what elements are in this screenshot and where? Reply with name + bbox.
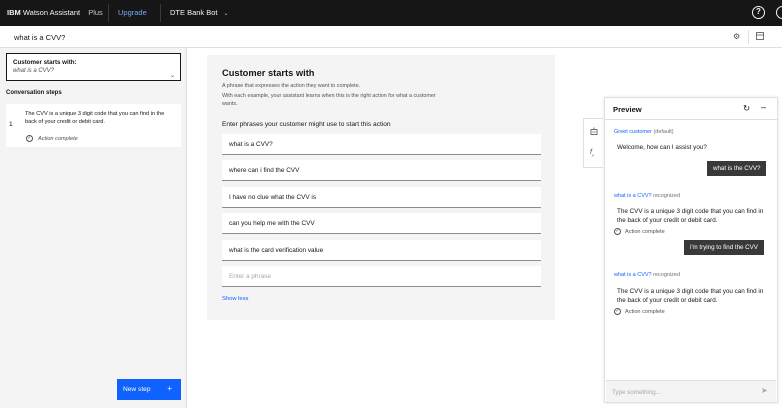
recognized-action-name: what is a CVV? — [614, 272, 652, 278]
phrase-text: what is the card verification value — [229, 247, 324, 254]
phrase-input[interactable]: what is a CVV? — [222, 134, 541, 155]
recognized-meta: recognized — [653, 193, 681, 199]
recognized-action-link[interactable]: what is a CVV? recognized — [614, 193, 680, 199]
customer-starts-with-selector[interactable]: Customer starts with: what is a CVV? ⌄ — [6, 53, 181, 81]
product-name: IBM Watson Assistant Plus — [7, 8, 103, 17]
new-phrase-input[interactable]: Enter a phrase — [222, 266, 541, 287]
upgrade-link[interactable]: Upgrade — [118, 8, 147, 17]
checkmark-icon: ✓ — [614, 228, 621, 235]
show-less-link[interactable]: Show less — [222, 296, 248, 302]
ibm-logo-text: IBM — [7, 8, 21, 17]
step-number: 1 — [9, 121, 13, 128]
conversation-step[interactable]: 1 The CVV is a unique 3 digit code that … — [6, 104, 181, 147]
starts-with-title: Customer starts with: — [13, 59, 77, 66]
checkmark-icon: ✓ — [26, 135, 33, 142]
phrase-input[interactable]: can you help me with the CVV — [222, 213, 541, 234]
phrase-text: where can i find the CVV — [229, 167, 300, 174]
user-icon[interactable] — [776, 6, 782, 19]
phrase-text: I have no clue what the CVV is — [229, 194, 317, 201]
user-message: what is the CVV? — [707, 161, 767, 176]
card-description-secondary: With each example, your assistant learns… — [222, 93, 436, 107]
preview-tools: fx — [583, 118, 603, 168]
greet-link-text: Greet customer — [614, 129, 652, 135]
preview-panel: Preview ↻ – Greet customer (default) Wel… — [604, 97, 778, 403]
conversation-steps-heading: Conversation steps — [6, 90, 62, 96]
assistant-switcher[interactable]: DTE Bank Bot ⌄ — [170, 8, 229, 17]
new-step-label: New step — [123, 386, 151, 393]
panel-icon[interactable] — [756, 32, 766, 42]
bot-message: The CVV is a unique 3 digit code that yo… — [617, 288, 764, 304]
user-message: i'm trying to find the CVV — [684, 240, 764, 255]
step-text: The CVV is a unique 3 digit code that yo… — [25, 111, 165, 125]
action-status: Action complete — [625, 309, 665, 315]
starts-with-value: what is a CVV? — [13, 68, 55, 74]
chevron-down-icon: ⌄ — [223, 11, 229, 17]
step-status: Action complete — [38, 136, 78, 142]
chevron-down-icon: ⌄ — [169, 73, 175, 79]
plan-label: Plus — [88, 8, 103, 17]
new-step-button[interactable]: New step + — [117, 379, 181, 400]
greet-meta: (default) — [653, 129, 674, 135]
nav-divider — [108, 4, 109, 22]
restart-icon[interactable]: ↻ — [743, 103, 750, 114]
variable-icon[interactable]: fx — [590, 149, 594, 157]
title-divider — [748, 30, 749, 44]
preview-input-bar: ➤ — [606, 380, 776, 402]
preview-title: Preview — [613, 105, 642, 114]
plus-icon: + — [167, 384, 172, 393]
send-icon[interactable]: ➤ — [761, 386, 768, 395]
card-heading: Customer starts with — [222, 68, 315, 78]
settings-icon[interactable]: ⚙ — [733, 32, 743, 42]
phrase-input[interactable]: what is the card verification value — [222, 240, 541, 261]
product-title: Watson Assistant — [22, 8, 81, 17]
nav-divider — [160, 4, 161, 22]
recognized-action-name: what is a CVV? — [614, 193, 652, 199]
action-status: Action complete — [625, 229, 665, 235]
steps-sidebar: Customer starts with: what is a CVV? ⌄ C… — [0, 48, 187, 408]
assistant-name: DTE Bank Bot — [170, 8, 218, 17]
recognized-action-link[interactable]: what is a CVV? recognized — [614, 272, 680, 278]
top-navigation-bar: IBM Watson Assistant Plus Upgrade DTE Ba… — [0, 0, 782, 26]
bot-message: The CVV is a unique 3 digit code that yo… — [617, 208, 764, 224]
action-title[interactable]: what is a CVV? — [14, 33, 65, 42]
checkmark-icon: ✓ — [614, 308, 621, 315]
action-title-bar: what is a CVV? ⚙ — [0, 26, 782, 48]
recognized-meta: recognized — [653, 272, 681, 278]
phrase-input[interactable]: I have no clue what the CVV is — [222, 187, 541, 208]
preview-header: Preview ↻ – — [605, 98, 777, 120]
enter-phrases-label: Enter phrases your customer might use to… — [222, 121, 391, 128]
customer-starts-with-card: Customer starts with A phrase that expre… — [207, 55, 555, 320]
help-icon[interactable]: ? — [752, 6, 765, 19]
bot-message: Welcome, how can I assist you? — [617, 144, 707, 151]
minimize-icon[interactable]: – — [761, 102, 766, 112]
phrase-text: what is a CVV? — [229, 141, 273, 148]
message-input[interactable] — [612, 386, 752, 398]
phrase-input[interactable]: where can i find the CVV — [222, 160, 541, 181]
phrase-text: can you help me with the CVV — [229, 220, 315, 227]
phrase-placeholder: Enter a phrase — [229, 273, 271, 280]
card-description: A phrase that expresses the action they … — [222, 83, 361, 89]
greet-customer-link[interactable]: Greet customer (default) — [614, 129, 674, 135]
bot-icon[interactable] — [590, 127, 598, 137]
